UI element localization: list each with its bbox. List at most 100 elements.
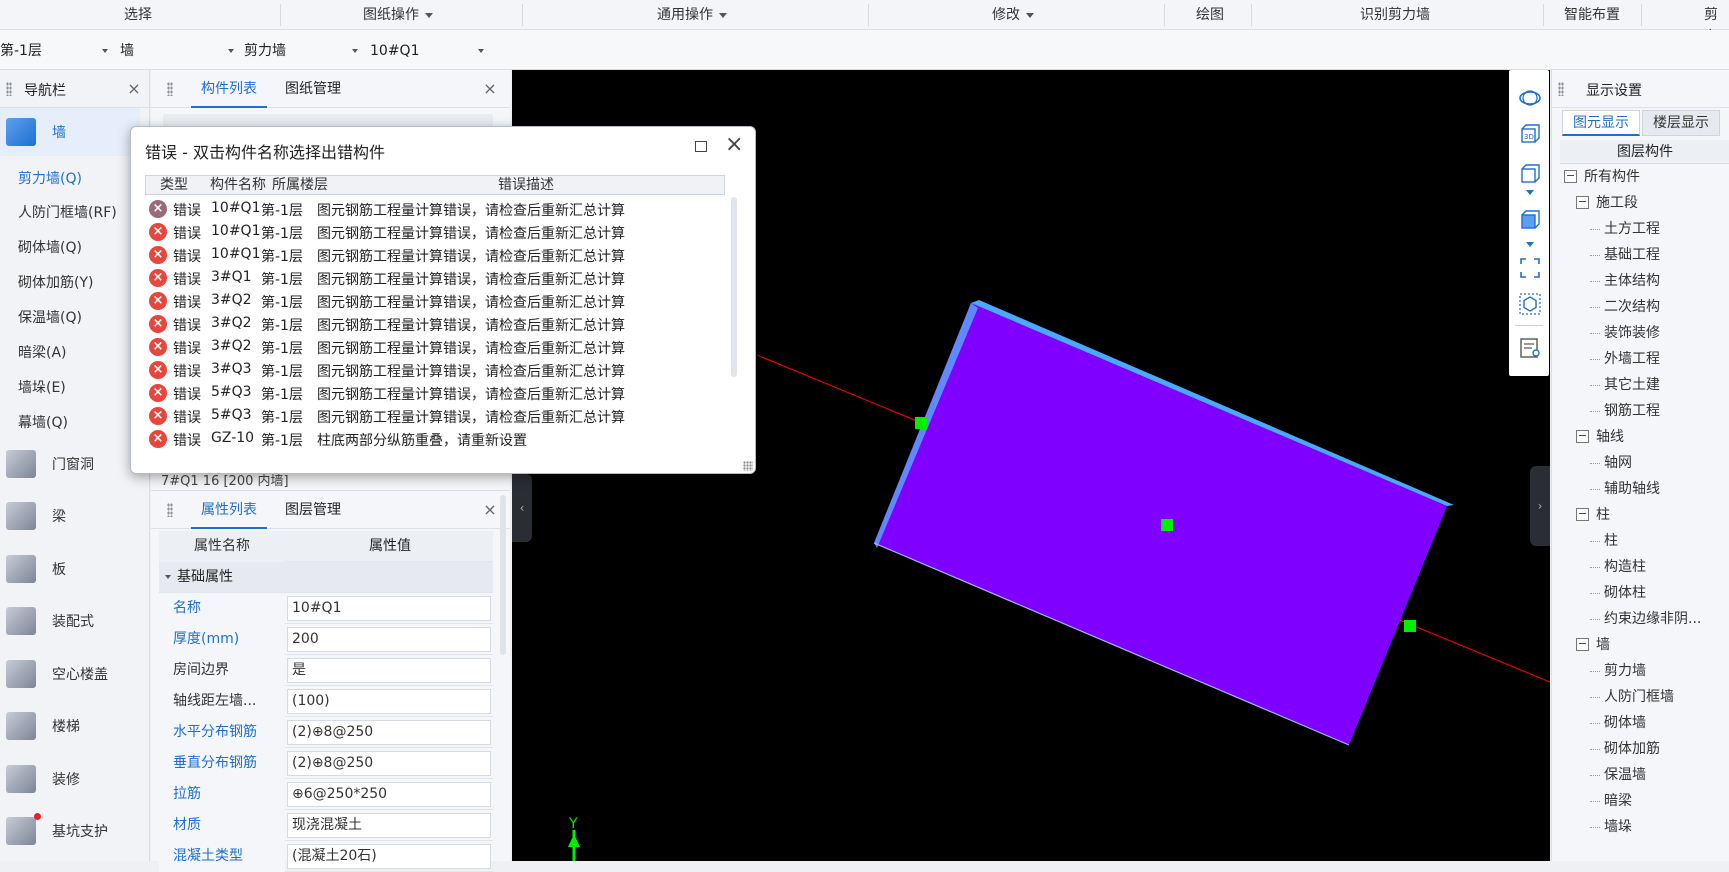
error-row[interactable]: × 错误 3#Q3 第-1层 图元钢筋工程量计算错误，请检查后重新汇总计算 (149, 358, 731, 383)
ribbon-select[interactable]: 选择 (124, 4, 152, 26)
component-select[interactable]: 10#Q1 (370, 39, 488, 63)
error-cell-name[interactable]: 3#Q2 (211, 338, 252, 354)
wall-face-top[interactable] (874, 303, 1447, 745)
error-row[interactable]: × 错误 3#Q1 第-1层 图元钢筋工程量计算错误，请检查后重新汇总计算 (149, 266, 731, 291)
category-select[interactable]: 墙 (120, 39, 238, 63)
error-cell-name[interactable]: 3#Q3 (211, 361, 252, 377)
nav-category-pit-support[interactable]: 基坑支护 (0, 807, 140, 855)
cube-outline-icon[interactable] (1518, 162, 1542, 186)
nav-item-civil-defense-wall[interactable]: 人防门框墙(RF) (18, 202, 117, 222)
ribbon-modify[interactable]: 修改 (992, 4, 1034, 26)
ribbon-drawing-ops[interactable]: 图纸操作 (363, 4, 433, 26)
nav-item-shear-wall[interactable]: 剪力墙(Q) (18, 168, 82, 188)
collapse-toggle-icon[interactable]: − (1576, 430, 1589, 443)
grip-handle-start[interactable] (915, 417, 927, 429)
property-value-input[interactable]: (100) (287, 689, 491, 714)
nav-category-wall[interactable]: 墙 (0, 108, 140, 156)
display-settings-icon[interactable] (1518, 336, 1542, 360)
grip-handle-end[interactable] (1404, 620, 1416, 632)
collapse-toggle-icon[interactable]: − (1576, 638, 1589, 651)
error-row[interactable]: × 错误 3#Q2 第-1层 图元钢筋工程量计算错误，请检查后重新汇总计算 (149, 335, 731, 360)
property-value-input[interactable]: 现浇混凝土 (287, 813, 491, 838)
drag-grip-icon[interactable] (167, 82, 173, 96)
scrollbar[interactable] (731, 197, 737, 377)
drag-grip-icon[interactable] (167, 503, 173, 517)
error-cell-name[interactable]: 3#Q1 (211, 269, 252, 285)
grip-handle-mid[interactable] (1161, 519, 1173, 531)
ribbon-smart-layout[interactable]: 智能布置 (1564, 4, 1620, 26)
tree-item-label: 保温墙 (1604, 767, 1646, 783)
nav-item-insulation-wall[interactable]: 保温墙(Q) (18, 307, 82, 327)
scrollbar[interactable] (500, 495, 506, 655)
ribbon-shear[interactable]: 剪力 (1704, 4, 1729, 45)
collapse-right-icon[interactable]: › (1530, 466, 1550, 546)
collapse-left-icon[interactable]: ‹ (512, 474, 532, 542)
error-row[interactable]: × 错误 3#Q2 第-1层 图元钢筋工程量计算错误，请检查后重新汇总计算 (149, 312, 731, 337)
error-cell-name[interactable]: 3#Q2 (211, 315, 252, 331)
chevron-down-icon[interactable] (1526, 190, 1534, 195)
collapse-toggle-icon[interactable]: − (1564, 170, 1577, 183)
error-cell-name[interactable]: 5#Q3 (211, 384, 252, 400)
nav-category-prefab[interactable]: 装配式 (0, 597, 140, 645)
property-value-input[interactable]: (2)⊕8@250 (287, 720, 491, 745)
error-cell-name[interactable]: GZ-10 (211, 430, 254, 446)
nav-item-hidden-beam[interactable]: 暗梁(A) (18, 342, 67, 362)
tab-element-display[interactable]: 图元显示 (1562, 110, 1640, 136)
orbit-icon[interactable] (1518, 86, 1542, 110)
floor-select[interactable]: 第-1层 (0, 39, 112, 63)
close-icon[interactable]: × (483, 502, 497, 518)
nav-category-stairs[interactable]: 楼梯 (0, 702, 140, 750)
property-value-input[interactable]: ⊕6@250*250 (287, 782, 491, 807)
resize-grip-icon[interactable] (743, 461, 753, 471)
nav-category-slab[interactable]: 板 (0, 545, 140, 593)
nav-item-curtain-wall[interactable]: 幕墙(Q) (18, 412, 68, 432)
tab-layer-management[interactable]: 图层管理 (275, 491, 351, 529)
collapse-toggle-icon[interactable]: − (1576, 508, 1589, 521)
close-icon[interactable]: × (725, 134, 743, 156)
dynamic-observe-icon[interactable] (1518, 292, 1542, 316)
error-row[interactable]: × 错误 5#Q3 第-1层 图元钢筋工程量计算错误，请检查后重新汇总计算 (149, 404, 731, 429)
nav-category-beam[interactable]: 梁 (0, 492, 140, 540)
error-row[interactable]: × 错误 GZ-10 第-1层 柱底两部分纵筋重叠，请重新设置 (149, 427, 731, 452)
error-row[interactable]: × 错误 5#Q3 第-1层 图元钢筋工程量计算错误，请检查后重新汇总计算 (149, 381, 731, 406)
cube-solid-icon[interactable] (1518, 208, 1542, 232)
drag-grip-icon[interactable] (6, 82, 12, 96)
3d-view-icon[interactable]: 3D (1518, 122, 1542, 146)
type-select[interactable]: 剪力墙 (244, 39, 362, 63)
collapse-toggle-icon[interactable]: − (1576, 196, 1589, 209)
property-value-input[interactable]: (混凝土20石) (287, 844, 491, 869)
error-cell-name[interactable]: 10#Q1 (211, 223, 260, 239)
error-cell-name[interactable]: 3#Q2 (211, 292, 252, 308)
nav-category-decoration[interactable]: 装修 (0, 755, 140, 803)
nav-item-masonry-wall[interactable]: 砌体墙(Q) (18, 237, 82, 257)
error-cell-name[interactable]: 5#Q3 (211, 407, 252, 423)
error-row[interactable]: × 错误 3#Q2 第-1层 图元钢筋工程量计算错误，请检查后重新汇总计算 (149, 289, 731, 314)
fit-view-icon[interactable] (1518, 256, 1542, 280)
error-row[interactable]: × 错误 10#Q1 第-1层 图元钢筋工程量计算错误，请检查后重新汇总计算 (149, 243, 731, 268)
nav-category-door-window[interactable]: 门窗洞 (0, 440, 140, 488)
nav-item-masonry-rebar[interactable]: 砌体加筋(Y) (18, 272, 93, 292)
property-value-input[interactable]: 200 (287, 627, 491, 652)
error-cell-name[interactable]: 10#Q1 (211, 200, 260, 216)
tab-drawing-management[interactable]: 图纸管理 (275, 70, 351, 108)
ribbon-recognize-wall[interactable]: 识别剪力墙 (1360, 4, 1430, 26)
error-cell-name[interactable]: 10#Q1 (211, 246, 260, 262)
ribbon-general-ops[interactable]: 通用操作 (657, 4, 727, 26)
drag-grip-icon[interactable] (1558, 82, 1564, 96)
maximize-icon[interactable] (695, 141, 707, 152)
nav-category-hollow-floor[interactable]: 空心楼盖 (0, 650, 140, 698)
property-value-input[interactable]: (2)⊕8@250 (287, 751, 491, 776)
close-icon[interactable]: × (127, 81, 141, 97)
nav-item-wall-pier[interactable]: 墙垛(E) (18, 377, 66, 397)
tab-component-list[interactable]: 构件列表 (191, 70, 267, 108)
chevron-down-icon[interactable] (1526, 242, 1534, 247)
property-value-input[interactable]: 10#Q1 (287, 596, 491, 621)
property-value-input[interactable]: 是 (287, 658, 491, 683)
error-row[interactable]: × 错误 10#Q1 第-1层 图元钢筋工程量计算错误，请检查后重新汇总计算 (149, 197, 731, 222)
error-row[interactable]: × 错误 10#Q1 第-1层 图元钢筋工程量计算错误，请检查后重新汇总计算 (149, 220, 731, 245)
tab-floor-display[interactable]: 楼层显示 (1642, 110, 1720, 136)
tab-property-list[interactable]: 属性列表 (191, 491, 267, 529)
ribbon-draw[interactable]: 绘图 (1196, 4, 1224, 26)
close-icon[interactable]: × (483, 81, 497, 97)
property-group-basic[interactable]: 基础属性 (159, 562, 493, 593)
